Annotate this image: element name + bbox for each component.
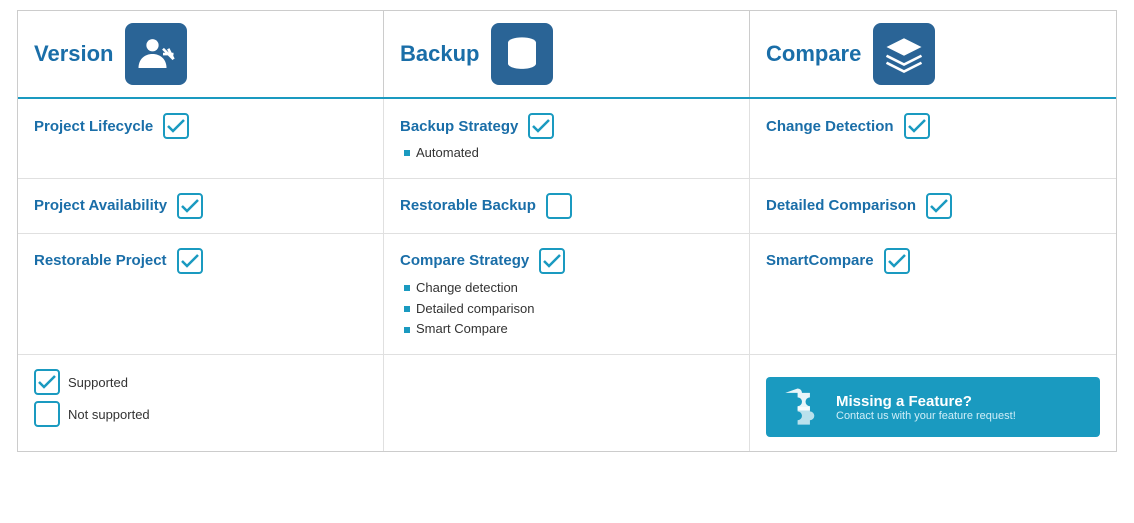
cell-compare-strategy: Compare Strategy Change detection Detail… xyxy=(384,234,750,354)
cell-project-lifecycle: Project Lifecycle xyxy=(18,99,384,178)
feature-row: Backup Strategy xyxy=(400,113,733,139)
feature-table: Version Backup xyxy=(17,10,1117,452)
bullet-icon xyxy=(404,285,410,291)
feature-row: Change Detection xyxy=(766,113,1100,139)
feature-row: Detailed Comparison xyxy=(766,193,1100,219)
sub-item: Change detection xyxy=(404,278,733,299)
missing-title: Missing a Feature? xyxy=(836,393,1016,410)
cell-restorable-backup: Restorable Backup xyxy=(384,179,750,233)
legend-supported: Supported xyxy=(34,369,367,395)
bullet-icon xyxy=(404,306,410,312)
header-cell-compare: Compare xyxy=(750,11,1116,97)
compare-title: Compare xyxy=(766,41,861,67)
cell-backup-strategy: Backup Strategy Automated xyxy=(384,99,750,178)
backup-icon-box xyxy=(491,23,553,85)
data-row-1: Project Lifecycle Backup Strategy Automa… xyxy=(18,99,1116,179)
missing-banner: Missing a Feature? Contact us with your … xyxy=(766,377,1100,437)
legend-cell: Supported Not supported xyxy=(18,355,384,451)
sub-item-label: Smart Compare xyxy=(416,319,508,340)
header-row: Version Backup xyxy=(18,11,1116,99)
feature-label: Compare Strategy xyxy=(400,252,529,269)
feature-label: Detailed Comparison xyxy=(766,197,916,214)
sub-item: Automated xyxy=(404,143,733,164)
feature-label: Change Detection xyxy=(766,118,894,135)
database-icon xyxy=(501,33,543,75)
bullet-icon xyxy=(404,327,410,333)
layers-icon xyxy=(883,33,925,75)
cell-smartcompare: SmartCompare xyxy=(750,234,1116,354)
feature-label: Project Lifecycle xyxy=(34,118,153,135)
legend-unchecked-icon xyxy=(34,401,60,427)
person-icon xyxy=(135,33,177,75)
cell-detailed-comparison: Detailed Comparison xyxy=(750,179,1116,233)
feature-label: Restorable Backup xyxy=(400,197,536,214)
checked-icon xyxy=(528,113,554,139)
missing-feature-cell: Missing a Feature? Contact us with your … xyxy=(750,355,1116,451)
version-title: Version xyxy=(34,41,113,67)
legend-not-supported: Not supported xyxy=(34,401,367,427)
sub-item-label: Detailed comparison xyxy=(416,299,535,320)
sub-item-label: Change detection xyxy=(416,278,518,299)
feature-label: Backup Strategy xyxy=(400,118,518,135)
checked-icon xyxy=(926,193,952,219)
puzzle-icon xyxy=(780,387,824,427)
legend-not-supported-label: Not supported xyxy=(68,407,150,422)
unchecked-icon xyxy=(546,193,572,219)
footer-row: Supported Not supported Missi xyxy=(18,355,1116,451)
cell-change-detection: Change Detection xyxy=(750,99,1116,178)
sub-item-label: Automated xyxy=(416,143,479,164)
version-icon-box xyxy=(125,23,187,85)
feature-row: Restorable Backup xyxy=(400,193,733,219)
missing-subtitle: Contact us with your feature request! xyxy=(836,410,1016,422)
feature-row: Project Lifecycle xyxy=(34,113,367,139)
sub-item: Detailed comparison xyxy=(404,299,733,320)
legend-supported-label: Supported xyxy=(68,375,128,390)
sub-items: Automated xyxy=(404,143,733,164)
checked-icon xyxy=(884,248,910,274)
feature-label: Restorable Project xyxy=(34,252,167,269)
compare-icon-box xyxy=(873,23,935,85)
legend-checked-icon xyxy=(34,369,60,395)
sub-items: Change detection Detailed comparison Sma… xyxy=(404,278,733,340)
header-cell-version: Version xyxy=(18,11,384,97)
cell-restorable-project: Restorable Project xyxy=(18,234,384,354)
data-row-2: Project Availability Restorable Backup D… xyxy=(18,179,1116,234)
feature-row: Compare Strategy xyxy=(400,248,733,274)
feature-label: SmartCompare xyxy=(766,252,874,269)
data-row-3: Restorable Project Compare Strategy Chan… xyxy=(18,234,1116,355)
sub-item: Smart Compare xyxy=(404,319,733,340)
checked-icon xyxy=(177,193,203,219)
checked-icon xyxy=(163,113,189,139)
backup-title: Backup xyxy=(400,41,479,67)
empty-cell-middle xyxy=(384,355,750,451)
checked-icon xyxy=(904,113,930,139)
cell-project-availability: Project Availability xyxy=(18,179,384,233)
feature-row: Restorable Project xyxy=(34,248,367,274)
checked-icon xyxy=(539,248,565,274)
checked-icon xyxy=(177,248,203,274)
missing-feature-link[interactable]: Missing a Feature? Contact us with your … xyxy=(766,377,1100,437)
missing-text: Missing a Feature? Contact us with your … xyxy=(836,393,1016,422)
feature-row: Project Availability xyxy=(34,193,367,219)
bullet-icon xyxy=(404,150,410,156)
feature-label: Project Availability xyxy=(34,197,167,214)
feature-row: SmartCompare xyxy=(766,248,1100,274)
header-cell-backup: Backup xyxy=(384,11,750,97)
